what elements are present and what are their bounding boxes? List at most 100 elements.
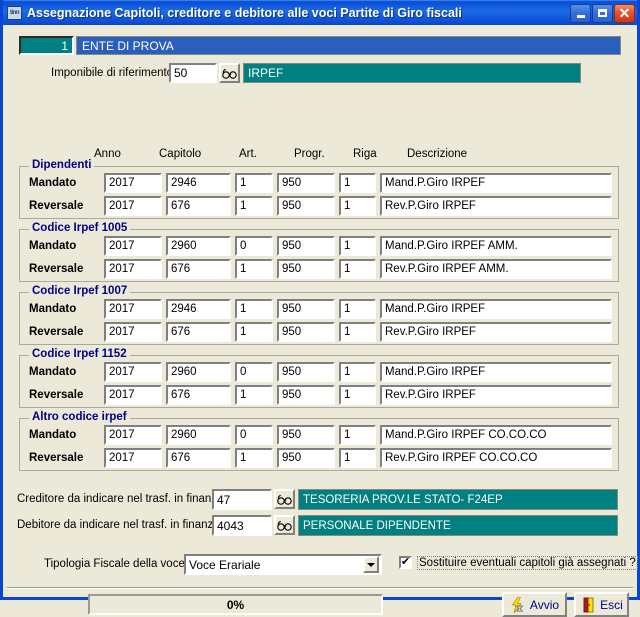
minimize-button[interactable] <box>570 3 591 23</box>
progr-input[interactable]: 950 <box>277 196 335 216</box>
creditore-input[interactable]: 47 <box>212 489 272 510</box>
anno-input[interactable]: 2017 <box>104 322 162 342</box>
capitolo-input[interactable]: 2960 <box>166 425 231 445</box>
riga-input[interactable]: 1 <box>339 448 376 468</box>
descrizione-input[interactable]: Mand.P.Giro IRPEF AMM. <box>380 236 612 256</box>
progr-input[interactable]: 950 <box>277 448 335 468</box>
data-row: Reversale 2017 676 1 950 1 Rev.P.Giro IRPEF AM… <box>20 259 618 279</box>
imponibile-input[interactable]: 50 <box>169 63 217 83</box>
ente-name-field: ENTE DI PROVA <box>76 36 621 55</box>
tipologia-select[interactable]: Voce Erariale <box>184 554 382 575</box>
capitolo-input[interactable]: 676 <box>166 322 231 342</box>
anno-input[interactable]: 2017 <box>104 259 162 279</box>
avvio-button[interactable]: Avvio <box>502 592 567 617</box>
descrizione-input[interactable]: Rev.P.Giro IRPEF CO.CO.CO <box>380 448 612 468</box>
progr-input[interactable]: 950 <box>277 362 335 382</box>
descrizione-input[interactable]: Rev.P.Giro IRPEF <box>380 322 612 342</box>
art-input[interactable]: 1 <box>235 322 273 342</box>
binoculars-icon <box>277 520 292 531</box>
group-box: Dipendenti Mandato 2017 2946 1 950 1 Mand.P.Gir… <box>19 159 619 219</box>
descrizione-input[interactable]: Mand.P.Giro IRPEF <box>380 299 612 319</box>
row-label: Reversale <box>29 263 84 275</box>
art-input[interactable]: 0 <box>235 236 273 256</box>
imponibile-lookup-button[interactable] <box>219 63 240 83</box>
anno-input[interactable]: 2017 <box>104 173 162 193</box>
progr-input[interactable]: 950 <box>277 236 335 256</box>
tipologia-selected-value: Voce Erariale <box>189 557 261 572</box>
art-input[interactable]: 1 <box>235 173 273 193</box>
progr-input[interactable]: 950 <box>277 259 335 279</box>
anno-input[interactable]: 2017 <box>104 236 162 256</box>
caret-shape <box>367 562 375 567</box>
group-box: Altro codice irpef Mandato 2017 2960 0 950 1 Ma… <box>19 411 619 471</box>
progr-input[interactable]: 950 <box>277 173 335 193</box>
capitolo-input[interactable]: 2960 <box>166 362 231 382</box>
progr-input[interactable]: 950 <box>277 322 335 342</box>
debitore-label: Debitore da indicare nel trasf. in finan… <box>17 519 217 531</box>
anno-input[interactable]: 2017 <box>104 196 162 216</box>
capitolo-input[interactable]: 676 <box>166 448 231 468</box>
anno-input[interactable]: 2017 <box>104 299 162 319</box>
riga-input[interactable]: 1 <box>339 259 376 279</box>
capitolo-input[interactable]: 676 <box>166 259 231 279</box>
riga-input[interactable]: 1 <box>339 236 376 256</box>
riga-input[interactable]: 1 <box>339 362 376 382</box>
creditore-lookup-button[interactable] <box>274 489 295 509</box>
riga-input[interactable]: 1 <box>339 299 376 319</box>
esci-button[interactable]: Esci <box>574 592 629 617</box>
sostituire-checkbox[interactable]: ✔ <box>399 556 412 569</box>
capitolo-input[interactable]: 2946 <box>166 173 231 193</box>
group-box-title: Altro codice irpef <box>29 411 130 423</box>
art-input[interactable]: 1 <box>235 448 273 468</box>
riga-input[interactable]: 1 <box>339 385 376 405</box>
progr-input[interactable]: 950 <box>277 299 335 319</box>
descrizione-input[interactable]: Rev.P.Giro IRPEF <box>380 196 612 216</box>
progr-input[interactable]: 950 <box>277 425 335 445</box>
art-input[interactable]: 0 <box>235 425 273 445</box>
descrizione-input[interactable]: Mand.P.Giro IRPEF CO.CO.CO <box>380 425 612 445</box>
debitore-input[interactable]: 4043 <box>212 515 272 536</box>
sostituire-label[interactable]: Sostituire eventuali capitoli già assegn… <box>417 556 638 570</box>
row-label: Mandato <box>29 303 77 315</box>
row-label: Reversale <box>29 326 84 338</box>
data-row: Reversale 2017 676 1 950 1 Rev.P.Giro IRPEF <box>20 196 618 216</box>
riga-input[interactable]: 1 <box>339 173 376 193</box>
capitolo-input[interactable]: 2946 <box>166 299 231 319</box>
group-box-title: Codice Irpef 1152 <box>29 348 130 360</box>
capitolo-input[interactable]: 2960 <box>166 236 231 256</box>
art-input[interactable]: 1 <box>235 385 273 405</box>
close-button[interactable]: ✕ <box>614 3 635 23</box>
descrizione-input[interactable]: Rev.P.Giro IRPEF AMM. <box>380 259 612 279</box>
maximize-button[interactable] <box>592 3 613 23</box>
data-row: Mandato 2017 2960 0 950 1 Mand.P.Giro IRPEF CO… <box>20 425 618 445</box>
art-input[interactable]: 0 <box>235 362 273 382</box>
capitolo-input[interactable]: 676 <box>166 385 231 405</box>
capitolo-input[interactable]: 676 <box>166 196 231 216</box>
ente-code-field[interactable]: 1 <box>19 36 74 55</box>
row-label: Mandato <box>29 429 77 441</box>
anno-input[interactable]: 2017 <box>104 425 162 445</box>
imponibile-description: IRPEF <box>243 63 581 83</box>
art-input[interactable]: 1 <box>235 259 273 279</box>
debitore-description: PERSONALE DIPENDENTE <box>298 515 618 536</box>
riga-input[interactable]: 1 <box>339 196 376 216</box>
descrizione-input[interactable]: Mand.P.Giro IRPEF <box>380 362 612 382</box>
binoculars-icon <box>222 68 237 79</box>
row-label: Mandato <box>29 366 77 378</box>
art-input[interactable]: 1 <box>235 196 273 216</box>
debitore-row: Debitore da indicare nel trasf. in finan… <box>3 515 637 537</box>
title-bar[interactable]: tinn Assegnazione Capitoli, creditore e … <box>3 0 637 25</box>
progr-input[interactable]: 950 <box>277 385 335 405</box>
riga-input[interactable]: 1 <box>339 425 376 445</box>
descrizione-input[interactable]: Mand.P.Giro IRPEF <box>380 173 612 193</box>
chevron-down-icon[interactable] <box>363 556 379 573</box>
column-headers: Anno Capitolo Art. Progr. Riga Descrizione <box>3 148 637 164</box>
anno-input[interactable]: 2017 <box>104 448 162 468</box>
riga-input[interactable]: 1 <box>339 322 376 342</box>
anno-input[interactable]: 2017 <box>104 362 162 382</box>
anno-input[interactable]: 2017 <box>104 385 162 405</box>
art-input[interactable]: 1 <box>235 299 273 319</box>
descrizione-input[interactable]: Rev.P.Giro IRPEF <box>380 385 612 405</box>
minimize-icon <box>576 15 585 18</box>
debitore-lookup-button[interactable] <box>274 515 295 535</box>
